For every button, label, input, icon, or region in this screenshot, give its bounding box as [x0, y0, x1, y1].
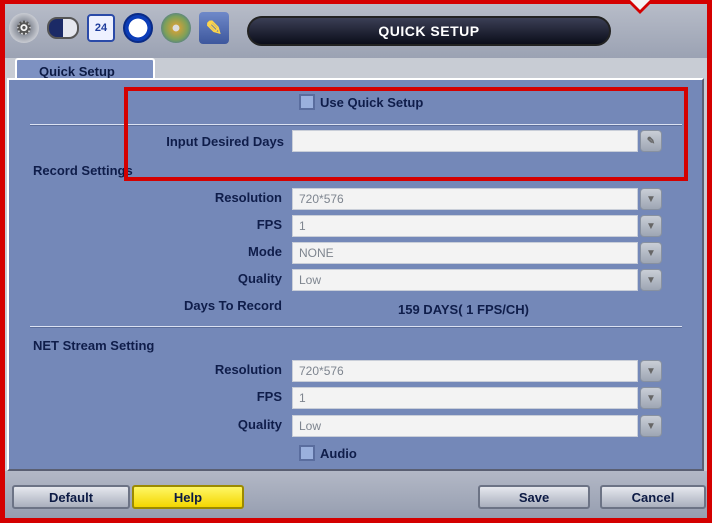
- default-button[interactable]: Default: [12, 485, 130, 509]
- bottom-toolbar: Default Help Save Cancel: [5, 471, 707, 518]
- net-stream-title: NET Stream Setting: [33, 338, 155, 353]
- chevron-down-icon[interactable]: ▼: [640, 242, 662, 264]
- chevron-down-icon[interactable]: ▼: [640, 387, 662, 409]
- record-mode-label: Mode: [248, 244, 282, 259]
- audio-label: Audio: [320, 446, 357, 461]
- calendar-day: 24: [94, 22, 108, 34]
- chevron-down-icon[interactable]: ▼: [640, 360, 662, 382]
- chevron-down-icon[interactable]: ▼: [640, 215, 662, 237]
- chevron-down-icon[interactable]: ▼: [640, 269, 662, 291]
- help-button[interactable]: Help: [132, 485, 244, 509]
- record-resolution-label: Resolution: [214, 190, 282, 205]
- page-title: QUICK SETUP: [247, 16, 611, 46]
- menu-icons: ⚙ 24 ✎: [9, 10, 229, 46]
- divider: [30, 326, 682, 328]
- net-fps-label: FPS: [256, 389, 282, 404]
- net-fps-select[interactable]: 1: [292, 387, 638, 409]
- clock-icon[interactable]: [123, 13, 153, 43]
- record-settings-title: Record Settings: [33, 163, 133, 178]
- chevron-down-icon[interactable]: ▼: [640, 415, 662, 437]
- wrench-icon[interactable]: ✎: [199, 12, 229, 44]
- red-arrow-marker: [620, 0, 660, 14]
- calendar-icon[interactable]: 24: [87, 14, 115, 42]
- toggle-icon[interactable]: [47, 17, 79, 39]
- record-resolution-select[interactable]: 720*576: [292, 188, 638, 210]
- audio-checkbox[interactable]: [299, 445, 315, 461]
- record-mode-select[interactable]: NONE: [292, 242, 638, 264]
- cancel-button[interactable]: Cancel: [600, 485, 706, 509]
- chevron-down-icon[interactable]: ▼: [640, 188, 662, 210]
- record-fps-label: FPS: [256, 217, 282, 232]
- record-quality-select[interactable]: Low: [292, 269, 638, 291]
- tab-label: Quick Setup: [39, 64, 115, 79]
- days-to-record-label: Days To Record: [183, 298, 282, 313]
- net-quality-select[interactable]: Low: [292, 415, 638, 437]
- page-title-text: QUICK SETUP: [378, 23, 480, 39]
- record-fps-select[interactable]: 1: [292, 215, 638, 237]
- gear-icon[interactable]: ⚙: [9, 13, 39, 43]
- disc-icon[interactable]: [161, 13, 191, 43]
- highlight-box: [124, 87, 688, 181]
- top-toolbar: ⚙ 24 ✎ QUICK SETUP: [5, 4, 707, 58]
- save-button[interactable]: Save: [478, 485, 590, 509]
- net-resolution-select[interactable]: 720*576: [292, 360, 638, 382]
- net-quality-label: Quality: [237, 417, 282, 432]
- record-quality-label: Quality: [237, 271, 282, 286]
- days-to-record-value: 159 DAYS( 1 FPS/CH): [398, 302, 530, 317]
- net-resolution-label: Resolution: [214, 362, 282, 377]
